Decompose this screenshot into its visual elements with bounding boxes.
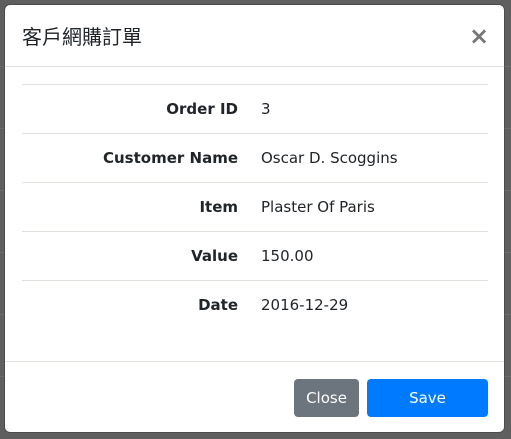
modal-title: 客戶網購訂單 [22,25,142,49]
table-row: Item Plaster Of Paris [22,182,488,232]
row-label: Customer Name [103,149,238,167]
row-label: Date [198,296,238,315]
row-label: Order ID [166,100,238,118]
row-value: 150.00 [261,247,314,265]
table-row: Customer Name Oscar D. Scoggins [22,133,488,183]
modal-footer: Close Save changes [5,361,504,432]
table-row: Order ID 3 [22,84,488,134]
table-row: Date 2016-12-29 [22,280,488,330]
modal-header: 客戶網購訂單 × [5,5,504,67]
row-value: Oscar D. Scoggins [261,149,398,167]
close-button[interactable]: Close [294,379,359,417]
order-details-table: Order ID 3 Customer Name Oscar D. Scoggi… [22,84,488,330]
modal-body: Order ID 3 Customer Name Oscar D. Scoggi… [22,84,488,330]
row-label: Item [199,198,238,216]
close-icon[interactable]: × [468,23,490,49]
table-row: Value 150.00 [22,231,488,281]
row-value: 2016-12-29 [261,296,349,315]
order-modal: 客戶網購訂單 × Order ID 3 Customer Name Oscar … [5,5,504,432]
row-value: Plaster Of Paris [261,198,375,216]
row-label: Value [191,247,238,265]
row-value: 3 [261,100,271,118]
save-changes-button[interactable]: Save changes [367,379,488,432]
